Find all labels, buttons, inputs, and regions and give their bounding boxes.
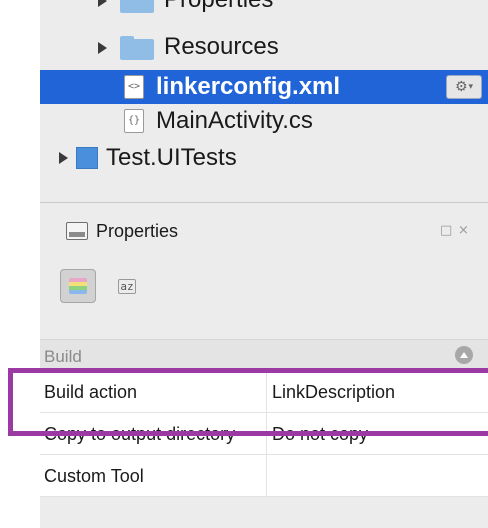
tree-item-properties[interactable]: Properties xyxy=(40,0,488,18)
sort-az-icon: az xyxy=(118,278,136,294)
property-name: Copy to output directory xyxy=(44,413,267,455)
property-row-build-action[interactable]: Build action LinkDescription xyxy=(40,371,488,413)
sort-alphabetically-button[interactable]: az xyxy=(112,271,142,301)
folder-icon xyxy=(120,36,154,60)
tree-item-mainactivity[interactable]: {} MainActivity.cs xyxy=(40,104,488,138)
folder-icon xyxy=(120,0,154,13)
tree-item-linkerconfig[interactable]: <> linkerconfig.xml ⚙ ▾ xyxy=(40,70,488,104)
disclosure-triangle-icon[interactable] xyxy=(95,0,109,8)
categorize-button[interactable] xyxy=(60,269,96,303)
category-label: Build xyxy=(44,347,82,366)
property-row-custom-tool[interactable]: Custom Tool xyxy=(40,455,488,497)
close-icon[interactable]: × xyxy=(458,223,469,238)
pad-title: Properties xyxy=(96,221,179,241)
tree-item-label: Resources xyxy=(164,33,279,60)
gear-icon: ⚙ xyxy=(454,79,468,95)
solution-tree: Properties Resources <> linkerconfig.xml… xyxy=(40,0,488,202)
tree-item-label: MainActivity.cs xyxy=(156,107,313,134)
property-row-copy-to-output[interactable]: Copy to output directory Do not copy xyxy=(40,413,488,455)
gear-menu-button[interactable]: ⚙ ▾ xyxy=(446,75,482,99)
categorize-icon xyxy=(69,278,87,294)
disclosure-triangle-icon[interactable] xyxy=(95,41,109,55)
project-icon xyxy=(76,147,98,169)
property-value[interactable]: LinkDescription xyxy=(272,371,395,413)
properties-pad: Properties □ × az Build Build action Lin… xyxy=(40,202,488,528)
category-header-build[interactable]: Build xyxy=(40,339,488,371)
properties-pad-header: Properties □ × xyxy=(40,203,488,255)
tree-item-label: Properties xyxy=(164,0,273,14)
collapse-icon[interactable] xyxy=(455,346,473,364)
disclosure-triangle-icon[interactable] xyxy=(56,151,70,165)
tree-item-label: Test.UITests xyxy=(106,144,237,171)
properties-toolbar: az xyxy=(40,255,488,325)
tree-item-label: linkerconfig.xml xyxy=(156,73,341,100)
xml-file-icon: <> xyxy=(124,75,144,99)
property-name: Build action xyxy=(44,371,267,413)
ide-side-panel: Properties Resources <> linkerconfig.xml… xyxy=(40,0,488,528)
maximize-icon[interactable]: □ xyxy=(440,223,452,238)
chevron-down-icon: ▾ xyxy=(468,82,474,92)
tree-item-resources[interactable]: Resources xyxy=(40,31,488,65)
cs-file-icon: {} xyxy=(124,109,144,133)
property-value[interactable]: Do not copy xyxy=(272,413,368,455)
properties-pad-icon xyxy=(66,222,88,240)
property-name: Custom Tool xyxy=(44,455,267,497)
tree-item-test-uitests[interactable]: Test.UITests xyxy=(40,141,488,175)
